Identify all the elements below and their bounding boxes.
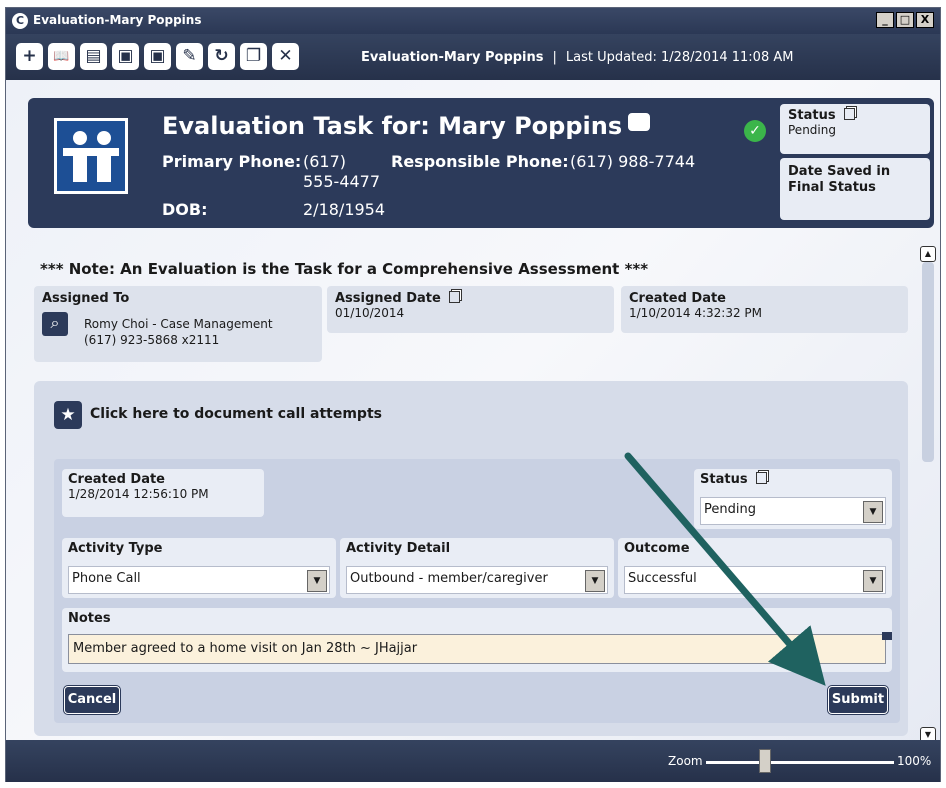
page-title: Evaluation Task for: Mary Poppins bbox=[162, 112, 651, 140]
record-name: Evaluation-Mary Poppins bbox=[361, 50, 544, 65]
activity-status-label: Status bbox=[700, 472, 748, 487]
collapse-icon[interactable] bbox=[882, 632, 892, 640]
activity-type-value: Phone Call bbox=[72, 571, 141, 586]
responsible-phone-value: (617) 988-7744 bbox=[570, 152, 696, 171]
notes-field: Notes Member agreed to a home visit on J… bbox=[62, 608, 892, 672]
maximize-button[interactable]: □ bbox=[896, 12, 914, 28]
copy-activity-status-icon[interactable] bbox=[755, 472, 767, 484]
chevron-down-icon[interactable]: ▼ bbox=[863, 570, 883, 592]
note-heading: *** Note: An Evaluation is the Task for … bbox=[40, 260, 649, 278]
activity-detail-select[interactable]: Outbound - member/caregiver ▼ bbox=[346, 566, 608, 594]
star-icon[interactable]: ★ bbox=[54, 401, 82, 429]
activity-form: Created Date 1/28/2014 12:56:10 PM Statu… bbox=[54, 459, 900, 723]
document-icon[interactable]: ▤ bbox=[80, 43, 107, 70]
activity-created-date-label: Created Date bbox=[68, 472, 165, 487]
activity-created-date: Created Date 1/28/2014 12:56:10 PM bbox=[62, 469, 264, 517]
book-icon[interactable]: 📖 bbox=[48, 43, 75, 70]
briefcase-icon[interactable] bbox=[628, 113, 651, 131]
checkmark-icon: ✓ bbox=[744, 120, 766, 142]
notes-label: Notes bbox=[68, 611, 111, 626]
primary-phone-label: Primary Phone: bbox=[162, 152, 302, 171]
toolbar-info: Evaluation-Mary Poppins | Last Updated: 1/… bbox=[361, 50, 793, 65]
activity-status-select[interactable]: Pending ▼ bbox=[700, 497, 886, 525]
status-label: Status bbox=[788, 108, 836, 123]
activity-created-date-value: 1/28/2014 12:56:10 PM bbox=[68, 487, 209, 501]
copy-icon[interactable]: ❐ bbox=[240, 43, 267, 70]
activity-status-field: Status Pending ▼ bbox=[694, 469, 892, 529]
content-area: Evaluation Task for: Mary Poppins Primar… bbox=[6, 80, 940, 743]
assigned-to-label: Assigned To bbox=[42, 291, 130, 306]
chevron-down-icon[interactable]: ▼ bbox=[585, 570, 605, 592]
outcome-label: Outcome bbox=[624, 541, 690, 556]
refresh-icon[interactable]: ↻ bbox=[208, 43, 235, 70]
assigned-to-phone: (617) 923-5868 x2111 bbox=[84, 333, 220, 347]
assigned-to-name: Romy Choi - Case Management bbox=[84, 317, 273, 331]
edit-icon[interactable]: ✎ bbox=[176, 43, 203, 70]
vertical-scrollbar[interactable]: ▲ ▼ bbox=[918, 238, 938, 743]
dob-value: 2/18/1954 bbox=[303, 200, 386, 219]
cancel-button[interactable]: Cancel bbox=[64, 686, 120, 714]
close-icon[interactable]: ✕ bbox=[272, 43, 299, 70]
zoom-label: Zoom bbox=[668, 754, 703, 768]
submit-button[interactable]: Submit bbox=[828, 686, 888, 714]
outcome-value: Successful bbox=[628, 571, 697, 586]
activity-section: ★ Click here to document call attempts C… bbox=[34, 381, 908, 736]
separator: | bbox=[552, 50, 557, 65]
scroll-thumb[interactable] bbox=[922, 262, 934, 462]
primary-phone-line2: 555-4477 bbox=[303, 172, 381, 191]
primary-phone-line1: (617) bbox=[303, 152, 347, 171]
minimize-button[interactable]: _ bbox=[876, 12, 894, 28]
status-box: Status Pending bbox=[780, 104, 930, 154]
member-header: Evaluation Task for: Mary Poppins Primar… bbox=[28, 98, 934, 228]
dob-label: DOB: bbox=[162, 200, 208, 219]
toolbar: + 📖 ▤ ▣ ▣ ✎ ↻ ❐ ✕ Evaluation-Mary Poppin… bbox=[6, 34, 940, 80]
save-icon[interactable]: ▣ bbox=[112, 43, 139, 70]
call-attempts-link[interactable]: Click here to document call attempts bbox=[90, 406, 382, 422]
outcome-select[interactable]: Successful ▼ bbox=[624, 566, 886, 594]
created-date-label: Created Date bbox=[629, 291, 726, 306]
responsible-phone-label: Responsible Phone: bbox=[391, 152, 569, 171]
assigned-to-card: Assigned To ⌕ Romy Choi - Case Managemen… bbox=[34, 286, 322, 362]
created-date-card: Created Date 1/10/2014 4:32:32 PM bbox=[621, 286, 908, 333]
status-value: Pending bbox=[788, 123, 836, 137]
outcome-field: Outcome Successful ▼ bbox=[618, 538, 892, 598]
search-icon[interactable]: ⌕ bbox=[42, 312, 68, 336]
activity-status-value: Pending bbox=[704, 502, 756, 517]
activity-detail-value: Outbound - member/caregiver bbox=[350, 571, 548, 586]
activity-detail-label: Activity Detail bbox=[346, 541, 451, 556]
title-bar: C Evaluation-Mary Poppins _ □ X bbox=[6, 8, 940, 34]
save-close-icon[interactable]: ▣ bbox=[144, 43, 171, 70]
chevron-down-icon[interactable]: ▼ bbox=[863, 501, 883, 523]
date-saved-label: Date Saved in Final Status bbox=[780, 158, 930, 220]
activity-type-label: Activity Type bbox=[68, 541, 163, 556]
status-bar: Zoom 100% bbox=[6, 740, 940, 782]
chevron-down-icon[interactable]: ▼ bbox=[307, 570, 327, 592]
activity-type-select[interactable]: Phone Call ▼ bbox=[68, 566, 330, 594]
last-updated: Last Updated: 1/28/2014 11:08 AM bbox=[565, 50, 794, 65]
copy-date-icon[interactable] bbox=[448, 291, 460, 303]
member-logo-icon bbox=[54, 118, 128, 194]
created-date-value: 1/10/2014 4:32:32 PM bbox=[629, 306, 763, 320]
add-icon[interactable]: + bbox=[16, 43, 43, 70]
scroll-up-icon[interactable]: ▲ bbox=[920, 246, 936, 262]
zoom-slider-thumb[interactable] bbox=[759, 749, 771, 773]
zoom-value: 100% bbox=[897, 754, 932, 768]
activity-detail-field: Activity Detail Outbound - member/caregi… bbox=[340, 538, 614, 598]
notes-input[interactable]: Member agreed to a home visit on Jan 28t… bbox=[68, 634, 886, 664]
activity-type-field: Activity Type Phone Call ▼ bbox=[62, 538, 336, 598]
close-window-button[interactable]: X bbox=[916, 12, 934, 28]
zoom-slider-track[interactable] bbox=[706, 761, 894, 764]
app-logo-icon: C bbox=[12, 13, 28, 29]
assigned-date-value: 01/10/2014 bbox=[335, 306, 405, 320]
copy-status-icon[interactable] bbox=[843, 108, 855, 120]
window-title: Evaluation-Mary Poppins bbox=[33, 13, 202, 27]
application-window: C Evaluation-Mary Poppins _ □ X + 📖 ▤ ▣ … bbox=[5, 7, 941, 782]
assigned-date-card: Assigned Date 01/10/2014 bbox=[327, 286, 614, 333]
assigned-date-label: Assigned Date bbox=[335, 291, 441, 306]
